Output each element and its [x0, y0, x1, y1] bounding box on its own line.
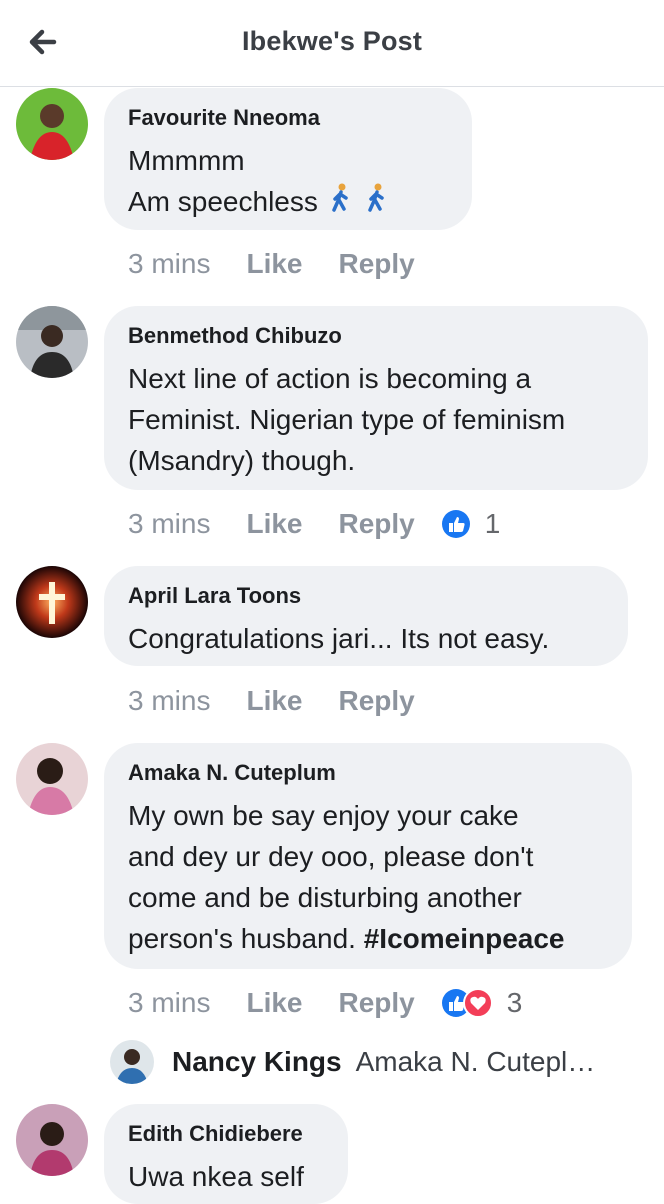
page-title: Ibekwe's Post: [241, 26, 423, 56]
timestamp: 3 mins: [128, 685, 211, 716]
timestamp: 3 mins: [128, 508, 211, 539]
walking-person-icon: [328, 183, 354, 224]
walking-person-icon: [364, 183, 390, 224]
avatar[interactable]: [16, 306, 88, 378]
like-reaction-icon: [441, 510, 470, 538]
comment-actions: 3 mins Like Reply 1: [128, 504, 500, 544]
comment-author[interactable]: Edith Chidiebere: [128, 1120, 324, 1148]
comment-line: Mmmmm: [128, 145, 245, 176]
avatar[interactable]: [110, 1040, 154, 1084]
comment-line: Uwa nkea self: [128, 1161, 304, 1192]
timestamp: 3 mins: [128, 987, 211, 1018]
reply-button[interactable]: Reply: [339, 685, 415, 717]
comment-bubble: April Lara Toons Congratulations jari...…: [104, 566, 628, 666]
reply-button[interactable]: Reply: [339, 508, 415, 540]
comment-line: My own be say enjoy your cake: [128, 800, 519, 831]
comment-author[interactable]: April Lara Toons: [128, 582, 604, 610]
comment-line: Next line of action is becoming a: [128, 363, 532, 394]
reply-button[interactable]: Reply: [339, 248, 415, 280]
comment-actions: 3 mins Like Reply: [128, 681, 437, 721]
comment-line: and dey ur dey ooo, please don't: [128, 841, 534, 872]
comment-actions: 3 mins Like Reply: [128, 244, 437, 284]
comment-text: Next line of action is becoming a Femini…: [128, 358, 624, 481]
top-bar: Ibekwe's Post: [0, 0, 664, 87]
reply-author[interactable]: Nancy Kings: [172, 1046, 342, 1078]
comment-line: come and be disturbing another: [128, 882, 522, 913]
comment-text: Uwa nkea self: [128, 1156, 324, 1197]
avatar[interactable]: [16, 566, 88, 638]
comment-text: Congratulations jari... Its not easy.: [128, 618, 604, 659]
comment-text: My own be say enjoy your cake and dey ur…: [128, 795, 608, 959]
comment-author[interactable]: Benmethod Chibuzo: [128, 322, 624, 350]
comment-line: (Msandry) though.: [128, 445, 356, 476]
comment-text: Mmmmm Am speechless: [128, 140, 448, 224]
comment-actions: 3 mins Like Reply 3: [128, 983, 522, 1023]
reply-snippet: Amaka N. Cutepl…: [355, 1046, 596, 1077]
comment-line: Feminist. Nigerian type of feminism: [128, 404, 566, 435]
comment-line: Am speechless: [128, 186, 318, 217]
comment-bubble: Benmethod Chibuzo Next line of action is…: [104, 306, 648, 490]
reply-button[interactable]: Reply: [339, 987, 415, 1019]
like-button[interactable]: Like: [246, 987, 302, 1019]
avatar[interactable]: [16, 88, 88, 160]
comment-bubble: Amaka N. Cuteplum My own be say enjoy yo…: [104, 743, 632, 969]
love-reaction-icon: [462, 988, 493, 1018]
reply-preview[interactable]: Nancy Kings Amaka N. Cutepl…: [110, 1038, 595, 1086]
comment-author[interactable]: Amaka N. Cuteplum: [128, 759, 608, 787]
like-button[interactable]: Like: [246, 508, 302, 540]
comment-line: person's husband.: [128, 923, 364, 954]
timestamp: 3 mins: [128, 248, 211, 279]
comment-line: Congratulations jari... Its not easy.: [128, 623, 550, 654]
avatar[interactable]: [16, 1104, 88, 1176]
reaction-summary[interactable]: 3: [441, 987, 523, 1019]
like-button[interactable]: Like: [246, 685, 302, 717]
reaction-count: 3: [506, 987, 523, 1018]
avatar[interactable]: [16, 743, 88, 815]
comment-author[interactable]: Favourite Nneoma: [128, 104, 448, 132]
reaction-summary[interactable]: 1: [441, 508, 501, 540]
like-button[interactable]: Like: [246, 248, 302, 280]
comment-bubble: Favourite Nneoma Mmmmm Am speechless: [104, 88, 472, 230]
reaction-count: 1: [484, 508, 501, 539]
hashtag-link[interactable]: #Icomeinpeace: [364, 923, 565, 954]
comment-bubble: Edith Chidiebere Uwa nkea self: [104, 1104, 348, 1204]
